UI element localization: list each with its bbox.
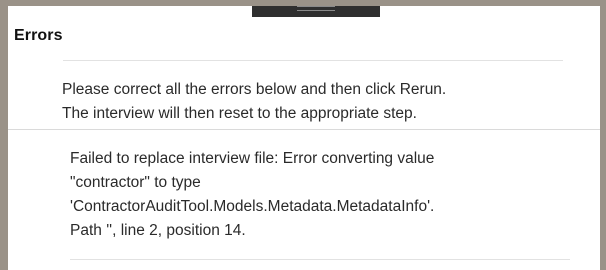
grip-icon bbox=[297, 6, 335, 11]
drag-handle[interactable] bbox=[252, 6, 380, 17]
error-message-line: 'ContractorAuditTool.Models.Metadata.Met… bbox=[70, 198, 435, 215]
instruction-line: The interview will then reset to the app… bbox=[62, 105, 417, 122]
error-message-line: "contractor" to type bbox=[70, 174, 201, 191]
error-message-line: Path '', line 2, position 14. bbox=[70, 222, 246, 239]
error-list-item: Failed to replace interview file: Error … bbox=[70, 147, 585, 243]
instruction-line: Please correct all the errors below and … bbox=[62, 81, 447, 98]
dialog-title: Errors bbox=[14, 27, 63, 44]
errors-dialog: Errors Please correct all the errors bel… bbox=[8, 6, 600, 270]
error-message-line: Failed to replace interview file: Error … bbox=[70, 150, 435, 167]
divider bbox=[63, 60, 563, 61]
divider bbox=[70, 259, 570, 260]
instructions-text: Please correct all the errors below and … bbox=[62, 78, 582, 126]
section-divider bbox=[8, 129, 600, 130]
